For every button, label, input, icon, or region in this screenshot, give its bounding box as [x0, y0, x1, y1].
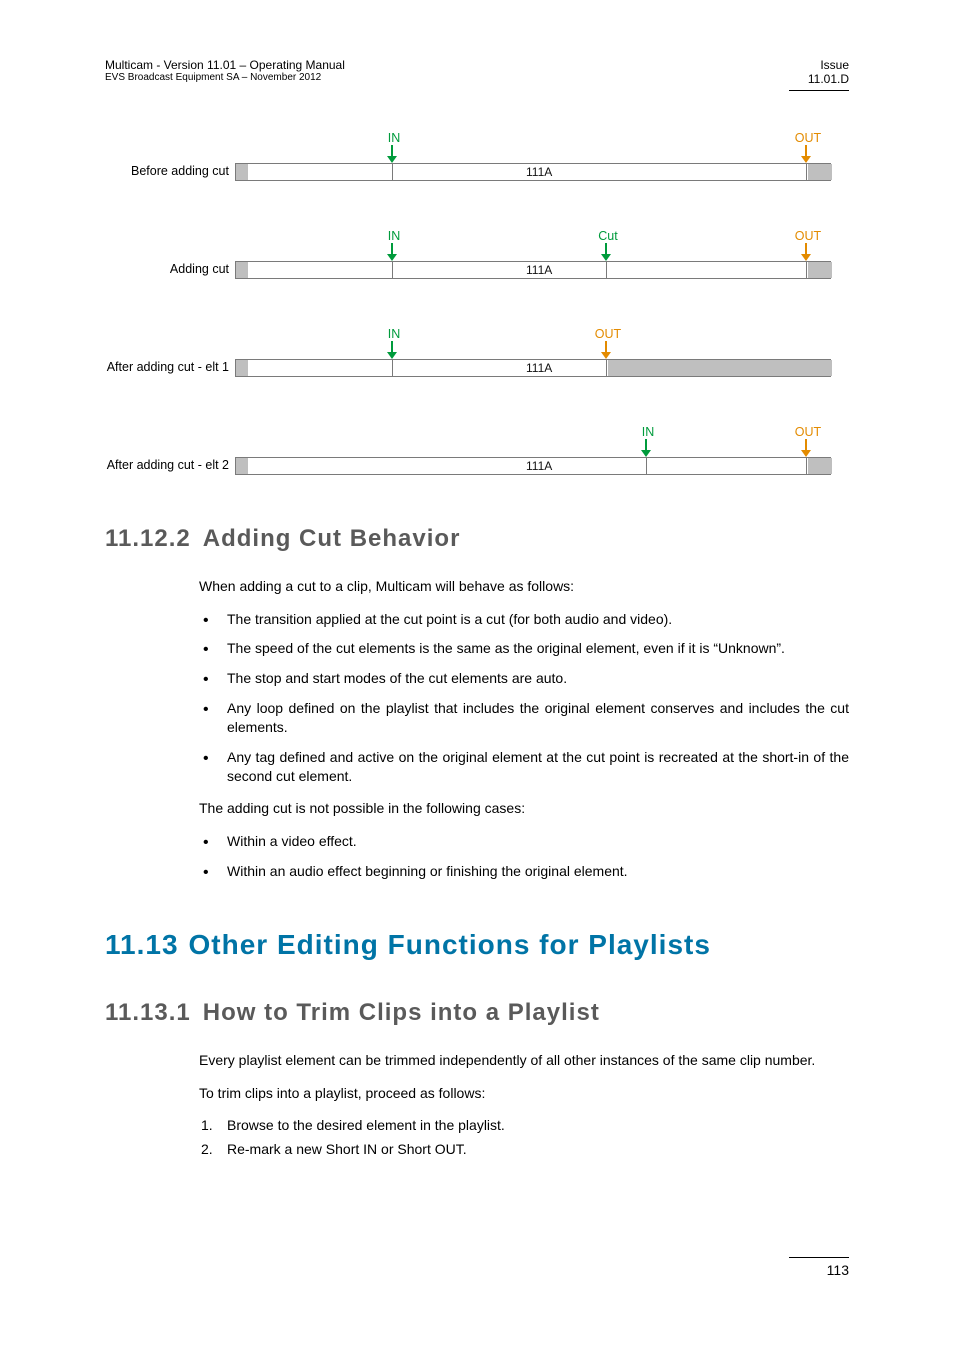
list-item: Any tag defined and active on the origin…: [199, 748, 849, 787]
in-label: IN: [379, 131, 409, 145]
out-label: OUT: [593, 327, 623, 341]
clip-divider: [606, 359, 607, 377]
paragraph: The adding cut is not possible in the fo…: [199, 799, 849, 818]
clip-divider: [606, 261, 607, 279]
footer-rule: [789, 1257, 849, 1258]
diagram-row-label: After adding cut - elt 2: [107, 458, 229, 472]
clip-grey-region: [236, 458, 248, 474]
heading-text: How to Trim Clips into a Playlist: [203, 999, 600, 1027]
list-item: Browse to the desired element in the pla…: [199, 1117, 849, 1133]
clip-divider: [806, 163, 807, 181]
heading-how-to-trim-clips: 11.13.1 How to Trim Clips into a Playlis…: [105, 999, 849, 1027]
header-rule: [789, 90, 849, 91]
in-arrow-icon: [391, 243, 393, 256]
heading-number: 11.12.2: [105, 525, 191, 553]
page-footer: 113: [105, 1257, 849, 1278]
cut-label: Cut: [593, 229, 623, 243]
clip-divider: [646, 457, 647, 475]
heading-adding-cut-behavior: 11.12.2 Adding Cut Behavior: [105, 525, 849, 553]
in-label: IN: [379, 327, 409, 341]
out-arrow-icon: [805, 243, 807, 256]
clip-divider: [806, 457, 807, 475]
clip-id-label: 111A: [526, 263, 552, 277]
paragraph: To trim clips into a playlist, proceed a…: [199, 1084, 849, 1103]
out-arrow-icon: [605, 341, 607, 354]
diagram-row-label: Adding cut: [170, 262, 229, 276]
out-arrow-icon: [805, 439, 807, 452]
clip-bar: 111A: [235, 261, 831, 279]
out-label: OUT: [793, 131, 823, 145]
cut-arrow-icon: [605, 243, 607, 256]
issue-number: 11.01.D: [808, 72, 849, 86]
clip-divider: [392, 261, 393, 279]
out-label: OUT: [793, 229, 823, 243]
list-item: The stop and start modes of the cut elem…: [199, 669, 849, 689]
in-label: IN: [633, 425, 663, 439]
diagram-row-label: Before adding cut: [131, 164, 229, 178]
clip-grey-region: [236, 262, 248, 278]
heading-number: 11.13.1: [105, 999, 191, 1027]
cut-diagram: INOUTBefore adding cut111AINCutOUTAdding…: [235, 113, 831, 475]
list-item: Within an audio effect beginning or fini…: [199, 862, 849, 882]
in-label: IN: [379, 229, 409, 243]
bullet-list: Within a video effect. Within an audio ef…: [199, 832, 849, 881]
clip-divider: [392, 359, 393, 377]
page-number: 113: [827, 1262, 849, 1278]
clip-bar: 111A: [235, 359, 831, 377]
doc-title: Multicam - Version 11.01 – Operating Man…: [105, 58, 345, 72]
clip-grey-region: [808, 262, 832, 278]
clip-id-label: 111A: [526, 361, 552, 375]
clip-bar: 111A: [235, 457, 831, 475]
paragraph: When adding a cut to a clip, Multicam wi…: [199, 577, 849, 596]
clip-divider: [806, 261, 807, 279]
clip-grey-region: [808, 164, 832, 180]
issue-label: Issue: [808, 58, 849, 72]
in-arrow-icon: [645, 439, 647, 452]
list-item: Any loop defined on the playlist that in…: [199, 699, 849, 738]
header-right: Issue 11.01.D: [808, 58, 849, 86]
heading-other-editing-functions: 11.13 Other Editing Functions for Playli…: [105, 929, 849, 961]
doc-subtitle: EVS Broadcast Equipment SA – November 20…: [105, 72, 345, 83]
in-arrow-icon: [391, 145, 393, 158]
clip-bar: 111A: [235, 163, 831, 181]
list-item: The transition applied at the cut point …: [199, 610, 849, 630]
list-item: Re-mark a new Short IN or Short OUT.: [199, 1141, 849, 1157]
clip-grey-region: [608, 360, 832, 376]
clip-grey-region: [808, 458, 832, 474]
in-arrow-icon: [391, 341, 393, 354]
clip-id-label: 111A: [526, 165, 552, 179]
page-header: Multicam - Version 11.01 – Operating Man…: [105, 58, 849, 86]
heading-text: Other Editing Functions for Playlists: [189, 929, 711, 961]
paragraph: Every playlist element can be trimmed in…: [199, 1051, 849, 1070]
clip-id-label: 111A: [526, 459, 552, 473]
header-left: Multicam - Version 11.01 – Operating Man…: [105, 58, 345, 83]
heading-number: 11.13: [105, 929, 179, 961]
numbered-list: Browse to the desired element in the pla…: [199, 1117, 849, 1157]
list-item: Within a video effect.: [199, 832, 849, 852]
clip-grey-region: [236, 360, 248, 376]
out-arrow-icon: [805, 145, 807, 158]
heading-text: Adding Cut Behavior: [203, 525, 461, 553]
out-label: OUT: [793, 425, 823, 439]
bullet-list: The transition applied at the cut point …: [199, 610, 849, 787]
list-item: The speed of the cut elements is the sam…: [199, 639, 849, 659]
clip-grey-region: [236, 164, 248, 180]
clip-divider: [392, 163, 393, 181]
diagram-row-label: After adding cut - elt 1: [107, 360, 229, 374]
